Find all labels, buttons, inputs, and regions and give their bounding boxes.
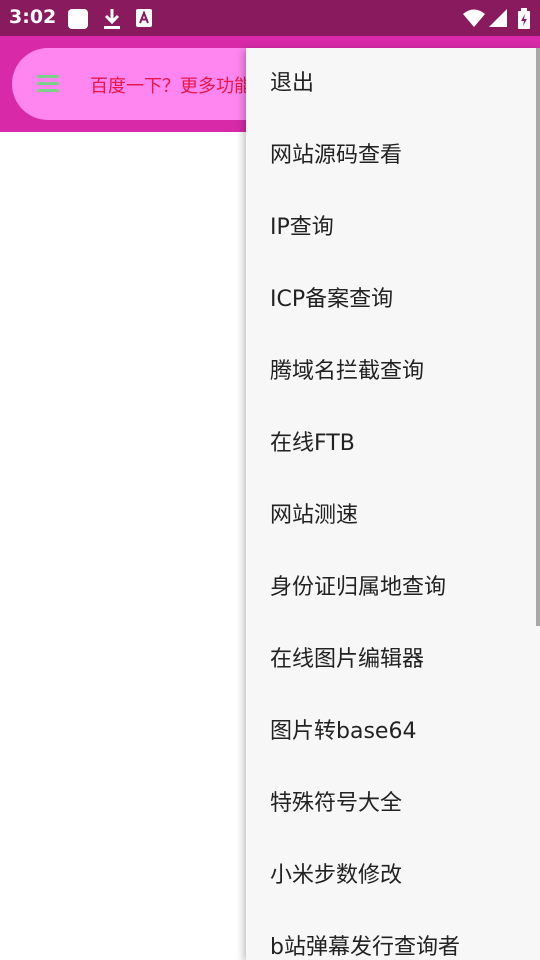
menu-item-online-ftb[interactable]: 在线FTB xyxy=(246,408,540,480)
menu-scrollbar[interactable] xyxy=(536,48,540,626)
menu-item-exit[interactable]: 退出 xyxy=(246,48,540,120)
app-notification-icon xyxy=(67,8,89,34)
wifi-icon xyxy=(462,8,486,32)
battery-charging-icon xyxy=(517,8,531,34)
menu-item-site-source-view[interactable]: 网站源码查看 xyxy=(246,120,540,192)
download-icon xyxy=(102,8,122,34)
menu-item-id-card-location[interactable]: 身份证归属地查询 xyxy=(246,552,540,624)
menu-item-special-symbols[interactable]: 特殊符号大全 xyxy=(246,768,540,840)
menu-item-bilibili-danmaku-lookup[interactable]: b站弹幕发行查询者 xyxy=(246,912,540,960)
hamburger-menu-icon[interactable] xyxy=(34,72,62,96)
status-time: 3:02 xyxy=(9,6,57,28)
signal-icon xyxy=(488,8,508,32)
menu-item-image-to-base64[interactable]: 图片转base64 xyxy=(246,696,540,768)
menu-item-site-speed-test[interactable]: 网站测速 xyxy=(246,480,540,552)
menu-item-icp-lookup[interactable]: ICP备案查询 xyxy=(246,264,540,336)
menu-item-image-editor[interactable]: 在线图片编辑器 xyxy=(246,624,540,696)
menu-item-domain-block-lookup[interactable]: 腾域名拦截查询 xyxy=(246,336,540,408)
menu-item-mi-step-modify[interactable]: 小米步数修改 xyxy=(246,840,540,912)
status-bar: 3:02 xyxy=(0,0,540,36)
overflow-menu: 退出 网站源码查看 IP查询 ICP备案查询 腾域名拦截查询 在线FTB 网站测… xyxy=(246,48,540,960)
font-a-icon xyxy=(135,8,153,32)
menu-item-ip-lookup[interactable]: IP查询 xyxy=(246,192,540,264)
search-text[interactable]: 百度一下？更多功能 xyxy=(90,72,252,98)
